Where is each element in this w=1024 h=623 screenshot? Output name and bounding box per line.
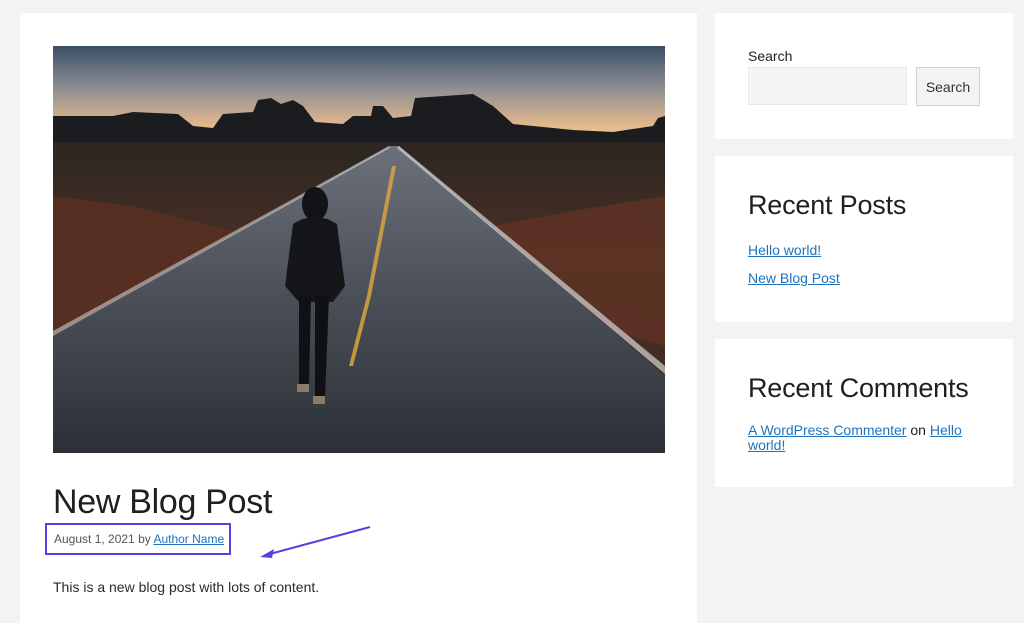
- search-input[interactable]: [748, 67, 907, 105]
- post-by-label: by: [138, 532, 151, 546]
- post-meta-highlight: August 1, 2021 by Author Name: [45, 523, 231, 555]
- commenter-link[interactable]: A WordPress Commenter: [748, 422, 906, 438]
- search-widget: Search Search: [715, 13, 1013, 139]
- author-link[interactable]: Author Name: [153, 532, 224, 546]
- recent-post-link[interactable]: New Blog Post: [748, 270, 840, 286]
- article-card: New Blog Post August 1, 2021 by Author N…: [20, 13, 697, 623]
- arrow-left-icon: [260, 526, 371, 558]
- post-excerpt: This is a new blog post with lots of con…: [53, 579, 320, 595]
- recent-comments-widget: Recent Comments A WordPress Commenter on…: [715, 339, 1013, 487]
- road-desert-photo: [53, 46, 665, 453]
- recent-posts-widget: Recent Posts Hello world! New Blog Post: [715, 156, 1013, 322]
- featured-image[interactable]: [53, 46, 665, 453]
- post-date: August 1, 2021: [54, 532, 135, 546]
- comment-on-label: on: [910, 422, 926, 438]
- recent-posts-title: Recent Posts: [748, 190, 907, 220]
- search-label: Search: [748, 48, 793, 64]
- recent-comment-item: A WordPress Commenter on Hello world!: [748, 423, 988, 453]
- search-button[interactable]: Search: [916, 67, 980, 106]
- post-title: New Blog Post: [53, 483, 273, 521]
- recent-post-link[interactable]: Hello world!: [748, 242, 821, 258]
- recent-comments-title: Recent Comments: [748, 373, 969, 403]
